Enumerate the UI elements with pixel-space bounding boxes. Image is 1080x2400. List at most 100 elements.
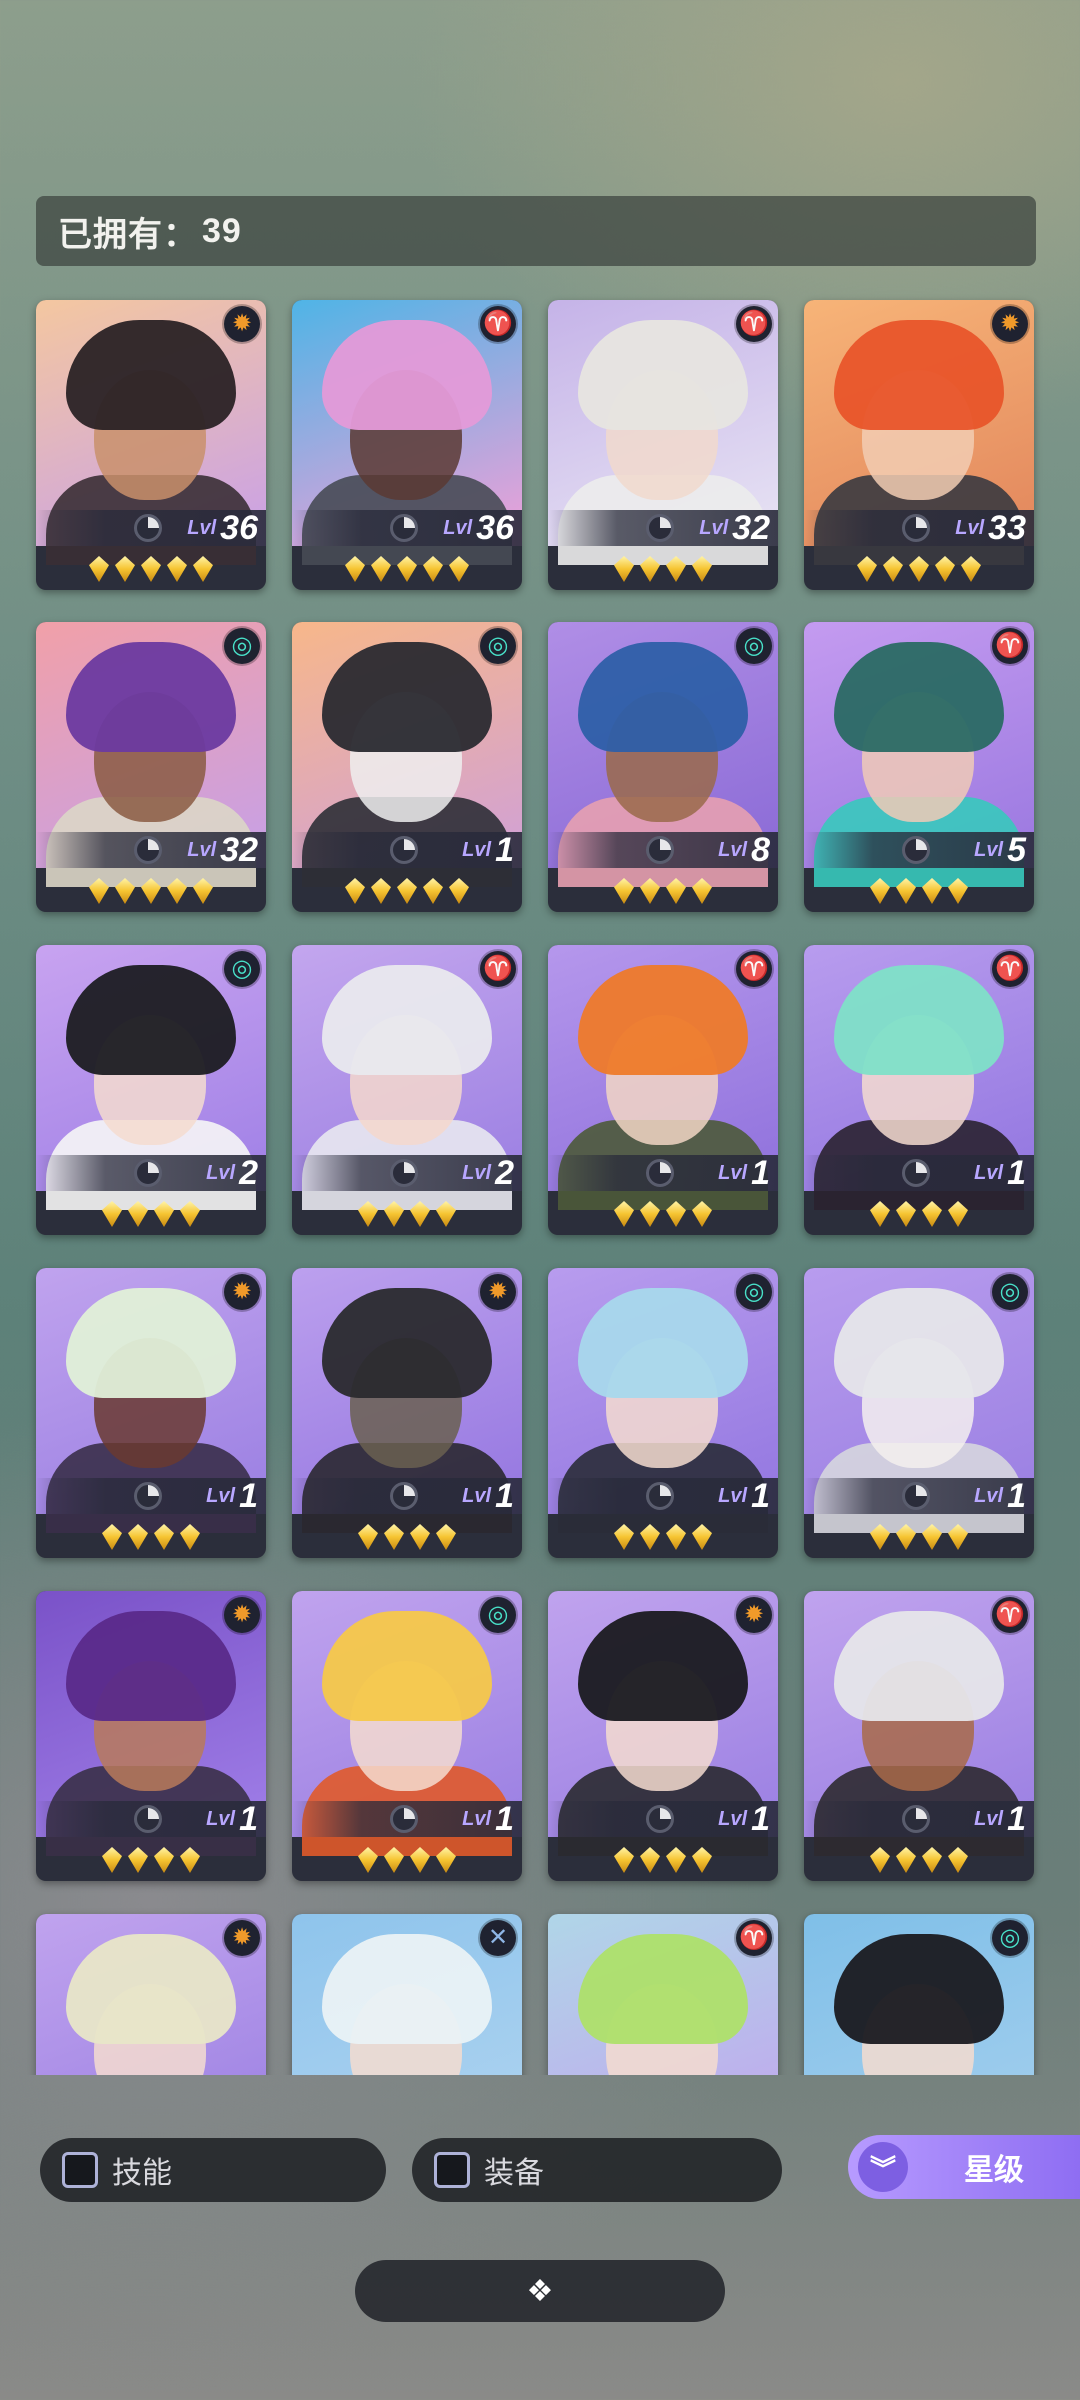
level-bar: Lvl 33 xyxy=(804,508,1034,547)
star-icon xyxy=(870,1847,890,1873)
star-icon xyxy=(410,1847,430,1873)
progress-ring-icon xyxy=(902,514,930,542)
star-icon xyxy=(128,1201,148,1227)
claw-emblem-icon: ♈ xyxy=(480,951,516,987)
hero-card[interactable]: ✹ Lvl 1 xyxy=(36,1591,266,1881)
level-prefix: Lvl xyxy=(187,838,217,861)
hero-card[interactable]: ◎ Lvl 1 xyxy=(804,1268,1034,1558)
progress-ring-icon xyxy=(134,1159,162,1187)
hero-card[interactable]: ♈ Lvl 36 xyxy=(292,300,522,590)
hero-card[interactable]: ✹ Lvl 1 xyxy=(292,1268,522,1558)
star-icon xyxy=(922,1524,942,1550)
star-icon xyxy=(692,1524,712,1550)
hero-card[interactable]: ✹ Lvl 36 xyxy=(36,300,266,590)
star-icon xyxy=(102,1524,122,1550)
hero-hair xyxy=(578,1934,748,2044)
star-icon xyxy=(857,556,877,582)
hero-card[interactable]: ◎ Lvl 1 xyxy=(548,1268,778,1558)
star-rating xyxy=(804,1516,1034,1558)
star-icon xyxy=(89,878,109,904)
skill-checkbox[interactable] xyxy=(62,2152,98,2188)
claw-emblem-icon: ♈ xyxy=(480,306,516,342)
hero-card[interactable]: ◎ Lvl 1 xyxy=(292,1591,522,1881)
star-icon xyxy=(154,1524,174,1550)
level-prefix: Lvl xyxy=(718,838,748,861)
star-icon xyxy=(345,556,365,582)
level-bar: Lvl 1 xyxy=(548,1154,778,1192)
equip-filter-toggle[interactable]: 装备 xyxy=(412,2138,782,2202)
progress-ring-icon xyxy=(646,836,674,864)
star-icon xyxy=(666,878,686,904)
star-icon xyxy=(640,1847,660,1873)
star-icon xyxy=(371,556,391,582)
level-bar: Lvl 32 xyxy=(36,831,266,869)
star-icon xyxy=(896,1201,916,1227)
star-icon xyxy=(128,1524,148,1550)
star-icon xyxy=(115,878,135,904)
star-icon xyxy=(692,1847,712,1873)
hero-card[interactable]: ✹ xyxy=(36,1914,266,2075)
hero-card[interactable]: ♈ Lvl 1 xyxy=(804,945,1034,1235)
star-icon xyxy=(102,1847,122,1873)
hero-card[interactable]: ◎ xyxy=(804,1914,1034,2075)
hero-card[interactable]: ♈ Lvl 1 xyxy=(548,945,778,1235)
star-icon xyxy=(358,1524,378,1550)
hero-card[interactable]: ◎ Lvl 8 xyxy=(548,622,778,912)
level-number: 8 xyxy=(751,830,770,869)
level-prefix: Lvl xyxy=(718,1161,748,1184)
star-icon xyxy=(180,1847,200,1873)
spiral-emblem-icon: ◎ xyxy=(736,1274,772,1310)
level-bar: Lvl 1 xyxy=(548,1477,778,1515)
hero-hair xyxy=(66,965,236,1075)
progress-ring-icon xyxy=(902,1482,930,1510)
spiral-emblem-icon: ◎ xyxy=(480,628,516,664)
hero-card[interactable]: ♈ Lvl 2 xyxy=(292,945,522,1235)
expand-panel-button[interactable]: ❖ xyxy=(355,2260,725,2322)
star-icon xyxy=(883,556,903,582)
hero-card[interactable]: ♈ xyxy=(548,1914,778,2075)
hero-card[interactable]: ✕ xyxy=(292,1914,522,2075)
star-rating xyxy=(292,1516,522,1558)
star-icon xyxy=(449,556,469,582)
level-number: 33 xyxy=(988,508,1026,547)
hero-card[interactable]: ♈ Lvl 5 xyxy=(804,622,1034,912)
progress-ring-icon xyxy=(646,1159,674,1187)
star-icon xyxy=(436,1201,456,1227)
sort-by-star-button[interactable]: ︾ 星级 xyxy=(848,2135,1080,2199)
skill-filter-toggle[interactable]: 技能 xyxy=(40,2138,386,2202)
hero-card[interactable]: ✹ Lvl 1 xyxy=(548,1591,778,1881)
star-icon xyxy=(640,556,660,582)
equip-checkbox[interactable] xyxy=(434,2152,470,2188)
hero-hair xyxy=(322,1611,492,1721)
hero-card[interactable]: ✹ Lvl 33 xyxy=(804,300,1034,590)
star-rating xyxy=(36,1193,266,1235)
star-rating xyxy=(36,1516,266,1558)
hero-card[interactable]: ◎ Lvl 1 xyxy=(292,622,522,912)
star-icon xyxy=(128,1847,148,1873)
hero-card[interactable]: ♈ Lvl 1 xyxy=(804,1591,1034,1881)
level-prefix: Lvl xyxy=(974,1161,1004,1184)
equip-filter-label: 装备 xyxy=(484,2157,544,2190)
hero-card[interactable]: ✹ Lvl 1 xyxy=(36,1268,266,1558)
hero-card[interactable]: ◎ Lvl 32 xyxy=(36,622,266,912)
level-number: 32 xyxy=(732,508,770,547)
hero-card[interactable]: ♈ Lvl 32 xyxy=(548,300,778,590)
star-icon xyxy=(449,878,469,904)
level-bar: Lvl 1 xyxy=(804,1477,1034,1515)
claw-emblem-icon: ♈ xyxy=(992,1597,1028,1633)
level-bar: Lvl 1 xyxy=(292,1800,522,1838)
star-icon xyxy=(961,556,981,582)
star-icon xyxy=(180,1524,200,1550)
star-icon xyxy=(358,1201,378,1227)
star-icon xyxy=(102,1201,122,1227)
hero-hair xyxy=(66,1288,236,1398)
level-bar: Lvl 8 xyxy=(548,830,778,869)
star-icon xyxy=(154,1201,174,1227)
sort-label: 星级 xyxy=(964,2154,1024,2187)
hero-card[interactable]: ◎ Lvl 2 xyxy=(36,945,266,1235)
star-icon xyxy=(141,556,161,582)
star-icon xyxy=(384,1524,404,1550)
star-icon xyxy=(666,1847,686,1873)
level-prefix: Lvl xyxy=(718,1807,748,1830)
level-bar: Lvl 32 xyxy=(548,508,778,547)
